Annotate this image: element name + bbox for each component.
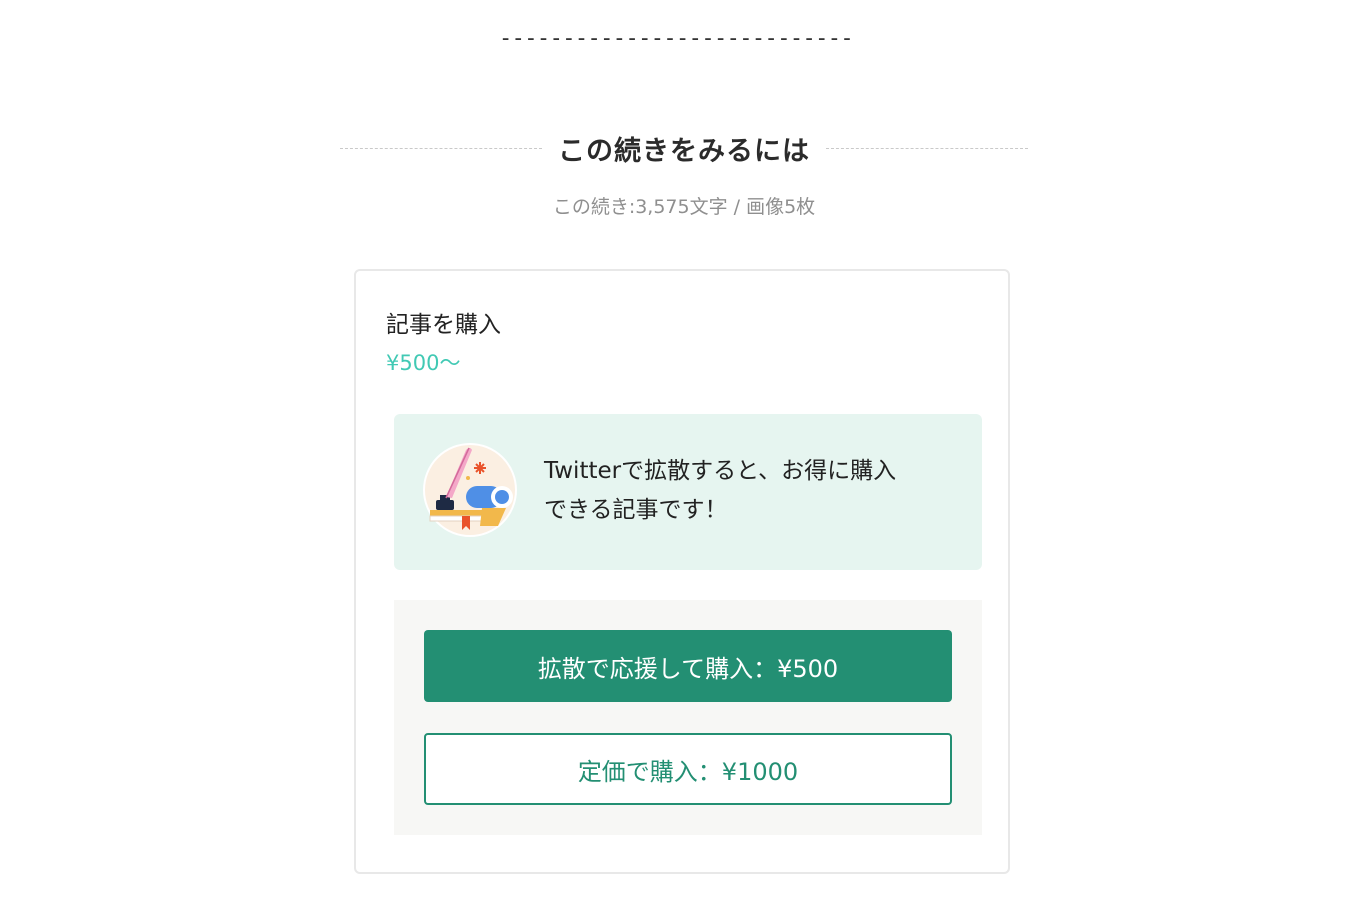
pen-and-book-illustration-icon — [422, 442, 518, 538]
share-purchase-button[interactable]: 拡散で応援して購入：¥500 — [424, 630, 952, 702]
paywall-heading: この続きをみるには — [558, 135, 810, 167]
share-promo-text: Twitterで拡散すると、お得に購入 できる記事です！ — [544, 452, 964, 530]
paywall-page: ---------------------------- この続きをみるには こ… — [0, 0, 1359, 906]
regular-purchase-button[interactable]: 定価で購入：¥1000 — [424, 733, 952, 805]
purchase-button-area: 拡散で応援して購入：¥500 定価で購入：¥1000 — [394, 600, 982, 835]
share-promo-box: Twitterで拡散すると、お得に購入 できる記事です！ — [394, 414, 982, 570]
text-divider: ---------------------------- — [499, 26, 854, 51]
heading-left-dash — [340, 147, 542, 149]
paywall-heading-row: この続きをみるには — [340, 126, 1028, 170]
share-promo-line-1: Twitterで拡散すると、お得に購入 — [544, 458, 897, 484]
share-promo-line-2: できる記事です！ — [544, 497, 728, 523]
purchase-card: 記事を購入 ¥500〜 Twitterで拡散すると、お得に購入 できる記事です！… — [354, 269, 1010, 874]
purchase-card-title: 記事を購入 — [386, 312, 501, 338]
heading-right-dash — [826, 147, 1028, 149]
purchase-card-price: ¥500〜 — [386, 351, 461, 375]
remaining-content-info: この続き:3,575文字 / 画像5枚 — [552, 196, 816, 218]
